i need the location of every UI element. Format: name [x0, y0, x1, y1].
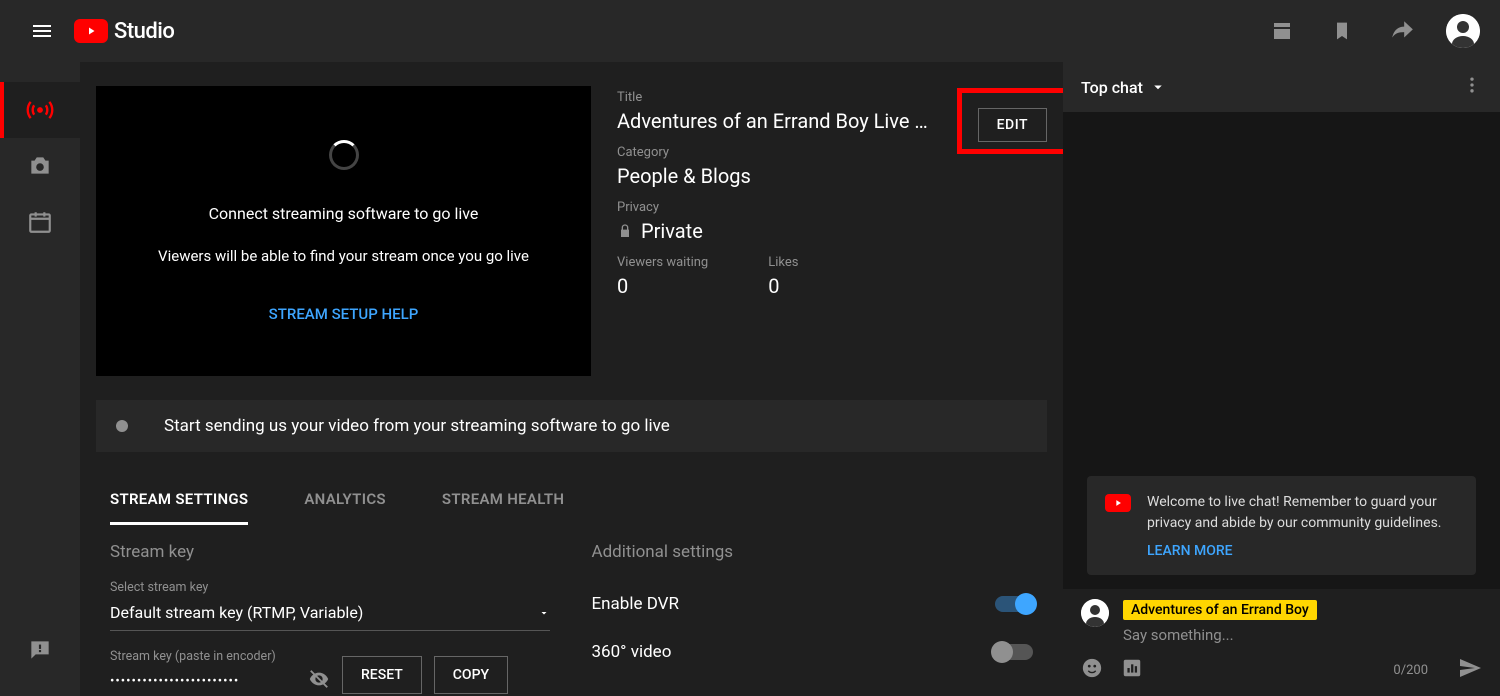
stream-key-select-value: Default stream key (RTMP, Variable) [110, 603, 363, 622]
app-header: Studio [0, 0, 1500, 62]
tab-stream-health[interactable]: STREAM HEALTH [442, 476, 564, 525]
emoji-icon [1081, 657, 1103, 679]
chat-messages: Welcome to live chat! Remember to guard … [1063, 112, 1500, 589]
stream-key-select[interactable]: Default stream key (RTMP, Variable) [110, 599, 550, 631]
studio-logo[interactable]: Studio [74, 19, 174, 44]
stream-preview: Connect streaming software to go live Vi… [96, 86, 591, 376]
main-content: Connect streaming software to go live Vi… [80, 62, 1063, 696]
preview-line2: Viewers will be able to find your stream… [158, 247, 529, 265]
more-vert-icon [1462, 75, 1482, 95]
stream-key-field-label: Stream key (paste in encoder) [110, 649, 330, 664]
status-dot-icon [116, 420, 128, 432]
youtube-icon [74, 19, 108, 43]
emoji-button[interactable] [1081, 657, 1103, 683]
chat-header: Top chat [1063, 62, 1500, 112]
tab-analytics[interactable]: ANALYTICS [304, 476, 386, 525]
edit-button[interactable]: EDIT [978, 108, 1047, 142]
reset-button[interactable]: RESET [342, 656, 422, 694]
feedback-icon [27, 637, 53, 663]
share-icon[interactable] [1382, 11, 1422, 51]
video360-label: 360° video [592, 642, 672, 662]
likes-value: 0 [768, 274, 798, 298]
visibility-toggle[interactable] [308, 668, 330, 694]
chevron-down-icon [1149, 78, 1167, 96]
stream-key-mask: •••••••••••••••••••••••• [110, 674, 308, 689]
chat-user-avatar [1081, 599, 1109, 627]
sidebar-item-schedule[interactable] [0, 194, 80, 250]
category-label: Category [617, 145, 1047, 160]
camera-icon [27, 153, 53, 179]
hamburger-icon [30, 19, 54, 43]
stream-key-input[interactable]: •••••••••••••••••••••••• [110, 668, 330, 696]
account-avatar[interactable] [1446, 14, 1480, 48]
chat-mode-label: Top chat [1081, 78, 1143, 97]
likes-label: Likes [768, 255, 798, 270]
sidebar-item-feedback[interactable] [0, 622, 80, 678]
chat-input-area: Adventures of an Errand Boy Say somethin… [1063, 589, 1500, 696]
chat-mode-select[interactable]: Top chat [1081, 78, 1167, 97]
stream-metadata: Title Adventures of an Errand Boy Live …… [591, 86, 1047, 376]
additional-settings-title: Additional settings [592, 542, 1034, 562]
studio-label: Studio [114, 19, 174, 44]
live-icon [26, 96, 54, 124]
chat-input[interactable]: Say something... [1123, 626, 1482, 644]
menu-button[interactable] [20, 9, 64, 53]
char-count: 0/200 [1393, 663, 1428, 678]
viewers-label: Viewers waiting [617, 255, 708, 270]
calendar-icon [27, 209, 53, 235]
stream-setup-help-link[interactable]: STREAM SETUP HELP [269, 305, 419, 323]
lock-icon [617, 223, 633, 239]
dvr-toggle[interactable] [995, 596, 1033, 612]
poll-icon [1121, 657, 1143, 679]
sidebar-item-stream[interactable] [0, 82, 80, 138]
viewers-value: 0 [617, 274, 708, 298]
additional-settings-section: Additional settings Enable DVR 360° vide… [592, 542, 1034, 696]
tabs: STREAM SETTINGS ANALYTICS STREAM HEALTH [80, 476, 1063, 526]
preview-line1: Connect streaming software to go live [209, 204, 479, 223]
copy-button[interactable]: COPY [434, 656, 508, 694]
sidebar [0, 62, 80, 696]
chat-welcome-text: Welcome to live chat! Remember to guard … [1147, 492, 1458, 533]
chat-options-button[interactable] [1462, 75, 1482, 99]
privacy-label: Privacy [617, 200, 1047, 215]
privacy-value: Private [641, 219, 703, 243]
youtube-mini-icon [1105, 494, 1131, 512]
chat-user-name: Adventures of an Errand Boy [1123, 600, 1317, 620]
clapper-icon[interactable] [1262, 11, 1302, 51]
eye-off-icon [308, 668, 330, 690]
sidebar-item-camera[interactable] [0, 138, 80, 194]
bookmark-icon[interactable] [1322, 11, 1362, 51]
title-value: Adventures of an Errand Boy Live … [617, 109, 947, 133]
stream-key-title: Stream key [110, 542, 552, 562]
loading-spinner-icon [329, 140, 359, 170]
tab-stream-settings[interactable]: STREAM SETTINGS [110, 476, 248, 525]
dropdown-icon [538, 607, 550, 619]
send-button[interactable] [1458, 656, 1482, 684]
send-icon [1458, 656, 1482, 680]
dvr-label: Enable DVR [592, 594, 679, 614]
video360-toggle[interactable] [995, 644, 1033, 660]
status-bar: Start sending us your video from your st… [96, 400, 1047, 452]
chat-welcome-card: Welcome to live chat! Remember to guard … [1087, 476, 1476, 575]
stream-key-section: Stream key Select stream key Default str… [110, 542, 552, 696]
status-text: Start sending us your video from your st… [164, 416, 670, 436]
select-stream-key-label: Select stream key [110, 580, 552, 595]
learn-more-link[interactable]: LEARN MORE [1147, 543, 1458, 559]
poll-button[interactable] [1121, 657, 1143, 683]
title-label: Title [617, 90, 1047, 105]
category-value: People & Blogs [617, 164, 1047, 188]
chat-panel: Top chat Welcome to live chat! Remember … [1063, 62, 1500, 696]
